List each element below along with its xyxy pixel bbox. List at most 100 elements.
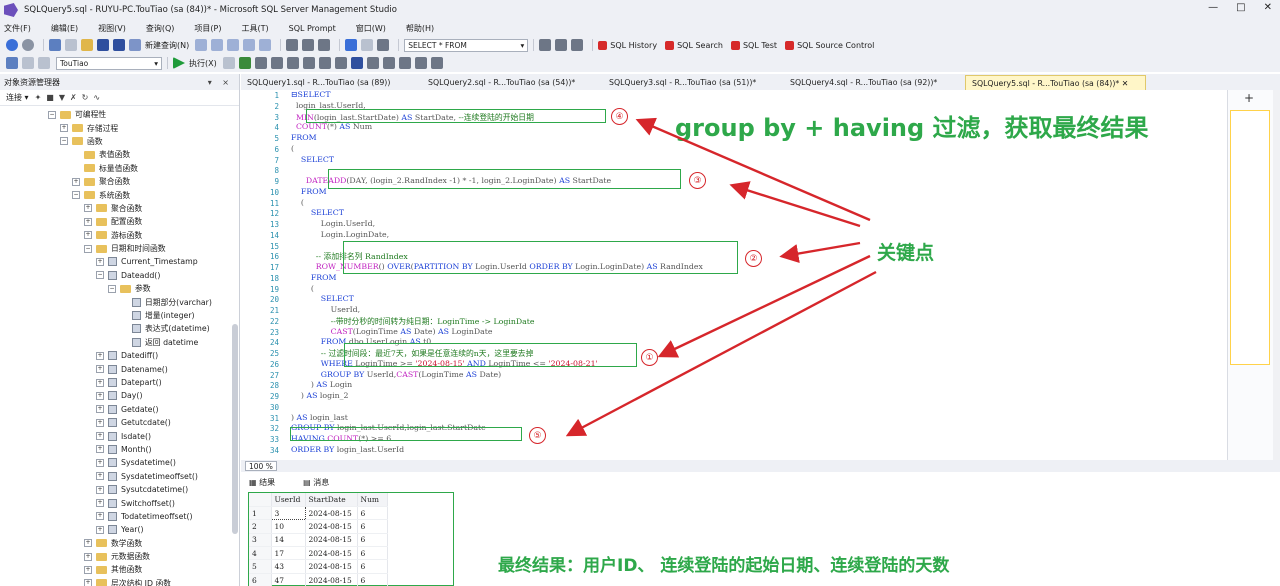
new-query-icon[interactable] bbox=[129, 39, 141, 51]
code-line[interactable]: Login.UserId, bbox=[291, 219, 375, 228]
xmla-icon[interactable] bbox=[243, 39, 256, 51]
table-row[interactable]: 6 47 2024-08-15 6 bbox=[249, 573, 388, 586]
tree-node[interactable]: 增量(integer) bbox=[0, 309, 239, 322]
copy-icon[interactable] bbox=[302, 39, 315, 51]
code-line[interactable]: ⊟SELECT bbox=[291, 90, 331, 99]
collapse-icon[interactable]: − bbox=[84, 244, 92, 253]
row-number-cell[interactable]: 5 bbox=[249, 559, 272, 574]
tree-node[interactable]: + 聚合函数 bbox=[0, 175, 239, 188]
toolbox-icon[interactable] bbox=[555, 39, 568, 51]
tree-node[interactable]: + 元数据函数 bbox=[0, 550, 239, 563]
new-project-icon[interactable] bbox=[49, 39, 61, 51]
table-row[interactable]: 3 14 2024-08-15 6 bbox=[249, 533, 388, 548]
table-cell[interactable]: 2024-08-15 bbox=[305, 546, 358, 561]
table-cell[interactable]: 6 bbox=[357, 573, 388, 586]
tree-node[interactable]: − 系统函数 bbox=[0, 188, 239, 201]
menu-project[interactable]: 项目(P) bbox=[194, 23, 221, 34]
tree-node[interactable]: + Day() bbox=[0, 389, 239, 402]
tree-node[interactable]: 日期部分(varchar) bbox=[0, 295, 239, 308]
tree-node[interactable]: + Month() bbox=[0, 443, 239, 456]
results-text-icon[interactable] bbox=[334, 57, 347, 69]
tree-node[interactable]: − 函数 bbox=[0, 135, 239, 148]
expand-icon[interactable]: + bbox=[84, 539, 92, 548]
results-grid[interactable]: UserId StartDate Num 1 3 2024-08-15 6 2 10 202… bbox=[248, 492, 454, 586]
expand-icon[interactable]: + bbox=[96, 525, 104, 534]
outdent-icon[interactable] bbox=[414, 57, 427, 69]
expand-icon[interactable]: + bbox=[84, 565, 92, 574]
live-stats-icon[interactable] bbox=[302, 57, 315, 69]
column-header-startdate[interactable]: StartDate bbox=[305, 493, 358, 507]
menu-view[interactable]: 视图(V) bbox=[98, 23, 126, 34]
tree-node[interactable]: + Todatetimeoffset() bbox=[0, 510, 239, 523]
code-line[interactable]: ) AS Login bbox=[291, 380, 352, 389]
expand-icon[interactable]: + bbox=[96, 472, 104, 481]
code-line[interactable]: ) AS login_last bbox=[291, 413, 348, 422]
connect-icon[interactable] bbox=[6, 57, 18, 69]
estimated-plan-icon[interactable] bbox=[254, 57, 267, 69]
code-line[interactable]: Login.LoginDate, bbox=[291, 230, 389, 239]
split-plus-icon[interactable]: + bbox=[1242, 92, 1256, 104]
tab-sqlquery3[interactable]: SQLQuery3.sql - R...TouTiao (sa (51))* bbox=[603, 75, 784, 90]
close-button[interactable]: ✕ bbox=[1264, 2, 1272, 13]
menu-help[interactable]: 帮助(H) bbox=[406, 23, 434, 34]
tree-node[interactable]: + Getutcdate() bbox=[0, 416, 239, 429]
tree-node[interactable]: + Sysdatetimeoffset() bbox=[0, 470, 239, 483]
sql-search-button[interactable]: SQL Search bbox=[665, 40, 723, 50]
table-cell[interactable]: 2024-08-15 bbox=[305, 506, 358, 521]
code-line[interactable]: CAST(LoginTime AS Date) AS LoginDate bbox=[291, 327, 493, 336]
tree-node[interactable]: + 层次结构 ID 函数 bbox=[0, 577, 239, 586]
code-line[interactable]: FROM bbox=[291, 133, 317, 142]
db-query-icon[interactable] bbox=[195, 39, 208, 51]
expand-icon[interactable]: + bbox=[96, 418, 104, 427]
column-header-userid[interactable]: UserId bbox=[271, 493, 306, 507]
tree-node[interactable]: + Sysutcdatetime() bbox=[0, 483, 239, 496]
tree-node[interactable]: + Sysdatetime() bbox=[0, 456, 239, 469]
minimize-button[interactable]: — bbox=[1208, 2, 1218, 13]
expand-icon[interactable]: + bbox=[84, 204, 92, 213]
expand-icon[interactable]: + bbox=[96, 445, 104, 454]
code-line[interactable]: ( bbox=[291, 144, 294, 153]
object-explorer-icon[interactable] bbox=[571, 39, 584, 51]
expand-icon[interactable]: + bbox=[96, 351, 104, 360]
collapse-icon[interactable]: − bbox=[72, 191, 80, 200]
menu-window[interactable]: 窗口(W) bbox=[356, 23, 386, 34]
zoom-select[interactable]: 100 % bbox=[245, 461, 277, 471]
code-minimap[interactable]: + bbox=[1227, 90, 1273, 460]
tree-node[interactable]: + Datepart() bbox=[0, 376, 239, 389]
code-line[interactable]: ( bbox=[291, 198, 304, 207]
forward-icon[interactable] bbox=[22, 39, 34, 51]
tab-sqlquery5[interactable]: SQLQuery5.sql - R...TouTiao (sa (84))* ✕ bbox=[965, 75, 1146, 90]
paste-icon[interactable] bbox=[318, 39, 331, 51]
tree-node[interactable]: 表值函数 bbox=[0, 148, 239, 161]
change-connection-icon[interactable] bbox=[22, 57, 34, 69]
table-cell[interactable]: 6 bbox=[357, 559, 388, 574]
tree-node[interactable]: − 参数 bbox=[0, 282, 239, 295]
comment-icon[interactable] bbox=[382, 57, 395, 69]
results-file-icon[interactable] bbox=[366, 57, 379, 69]
tree-node[interactable]: + 游标函数 bbox=[0, 229, 239, 242]
code-line[interactable]: SELECT bbox=[291, 155, 334, 164]
expand-icon[interactable]: + bbox=[84, 579, 92, 586]
tree-node[interactable]: + Datediff() bbox=[0, 349, 239, 362]
table-cell[interactable]: 6 bbox=[357, 506, 388, 521]
expand-icon[interactable]: + bbox=[72, 177, 80, 186]
expand-icon[interactable]: + bbox=[96, 512, 104, 521]
table-cell[interactable]: 2024-08-15 bbox=[305, 519, 358, 534]
table-row[interactable]: 4 17 2024-08-15 6 bbox=[249, 546, 388, 561]
table-cell[interactable]: 2024-08-15 bbox=[305, 533, 358, 548]
code-line[interactable]: FROM bbox=[291, 273, 337, 282]
properties-icon[interactable] bbox=[539, 39, 552, 51]
code-line[interactable]: COUNT(*) AS Num bbox=[291, 122, 372, 131]
cut-icon[interactable] bbox=[286, 39, 299, 51]
include-plan-icon[interactable] bbox=[286, 57, 299, 69]
tree-node[interactable]: + Switchoffset() bbox=[0, 496, 239, 509]
tree-node[interactable]: − 日期和时间函数 bbox=[0, 242, 239, 255]
code-line[interactable]: SELECT bbox=[291, 208, 344, 217]
menu-edit[interactable]: 编辑(E) bbox=[51, 23, 78, 34]
menu-tools[interactable]: 工具(T) bbox=[241, 23, 268, 34]
code-line[interactable]: --带时分秒的时间转为纯日期：LoginTime -> LoginDate bbox=[291, 316, 535, 327]
intellisense-icon[interactable] bbox=[270, 57, 283, 69]
table-cell[interactable]: 2024-08-15 bbox=[305, 559, 358, 574]
row-number-cell[interactable]: 4 bbox=[249, 546, 272, 561]
disconnect-icon[interactable] bbox=[38, 57, 50, 69]
